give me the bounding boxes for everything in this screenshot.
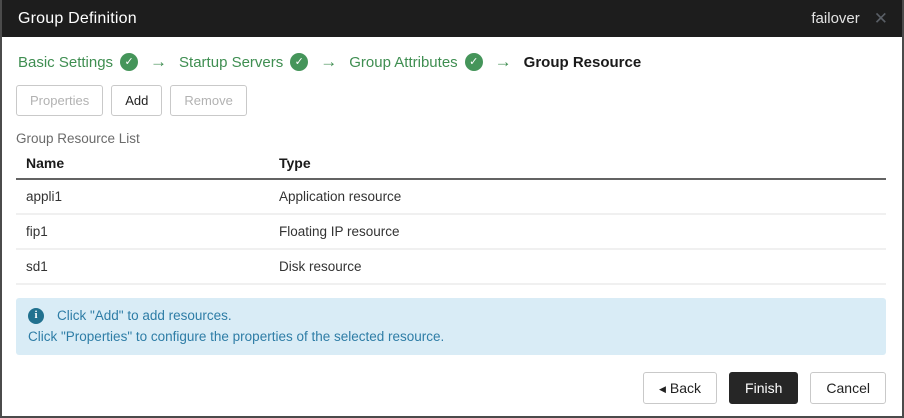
info-line-1: Click "Add" to add resources. [57, 308, 232, 323]
back-arrow-icon: ◀ [659, 384, 666, 394]
step-startup-servers[interactable]: Startup Servers ✓ [179, 53, 309, 71]
info-icon: i [28, 307, 44, 324]
back-button-label: Back [669, 380, 702, 396]
info-line-2: Click "Properties" to configure the prop… [28, 329, 445, 344]
column-header-name: Name [16, 151, 269, 180]
step-label: Basic Settings [18, 53, 114, 71]
dialog-titlebar: Group Definition failover ✕ [2, 0, 902, 37]
arrow-right-icon: → [150, 52, 168, 71]
resource-type: Floating IP resource [269, 214, 886, 250]
group-definition-dialog: Group Definition failover ✕ Basic Settin… [0, 0, 904, 418]
check-circle-icon: ✓ [464, 53, 483, 71]
step-group-resource-current: Group Resource [524, 54, 642, 71]
finish-button[interactable]: Finish [729, 372, 799, 404]
group-resource-list-caption: Group Resource List [16, 131, 140, 146]
table-row-appli1[interactable]: appli1 Application resource [16, 179, 886, 215]
resource-toolbar: Properties Add Remove [2, 72, 902, 116]
dialog-title: Group Definition [18, 9, 137, 27]
resource-name: sd1 [16, 249, 269, 285]
column-header-type: Type [269, 151, 886, 180]
properties-button[interactable]: Properties [16, 85, 104, 116]
check-circle-icon: ✓ [120, 53, 139, 71]
cancel-button[interactable]: Cancel [810, 372, 886, 404]
table-row-sd1[interactable]: sd1 Disk resource [16, 249, 886, 285]
table-row-fip1[interactable]: fip1 Floating IP resource [16, 214, 886, 250]
remove-button[interactable]: Remove [170, 85, 247, 116]
group-resource-table: Name Type appli1 Application resource fi… [16, 151, 886, 285]
arrow-right-icon: → [494, 52, 512, 71]
arrow-right-icon: → [320, 52, 338, 71]
step-basic-settings[interactable]: Basic Settings ✓ [18, 53, 139, 71]
dialog-footer: ◀ Back Finish Cancel [2, 355, 902, 404]
failover-context-label: failover [811, 10, 860, 27]
resource-type: Disk resource [269, 249, 886, 285]
resource-name: appli1 [16, 179, 269, 215]
info-message-box: i Click "Add" to add resources. Click "P… [16, 298, 886, 355]
check-circle-icon: ✓ [290, 53, 309, 71]
resource-type: Application resource [269, 179, 886, 215]
table-header-row: Name Type [16, 151, 886, 180]
resource-name: fip1 [16, 214, 269, 250]
step-label: Startup Servers [179, 53, 284, 71]
wizard-breadcrumb: Basic Settings ✓ → Startup Servers ✓ → G… [2, 37, 902, 72]
step-label: Group Attributes [349, 53, 458, 71]
add-button[interactable]: Add [111, 85, 163, 116]
step-label: Group Resource [523, 53, 642, 71]
step-group-attributes[interactable]: Group Attributes ✓ [349, 53, 483, 71]
back-button[interactable]: ◀ Back [643, 372, 718, 404]
close-icon[interactable]: ✕ [874, 10, 888, 27]
